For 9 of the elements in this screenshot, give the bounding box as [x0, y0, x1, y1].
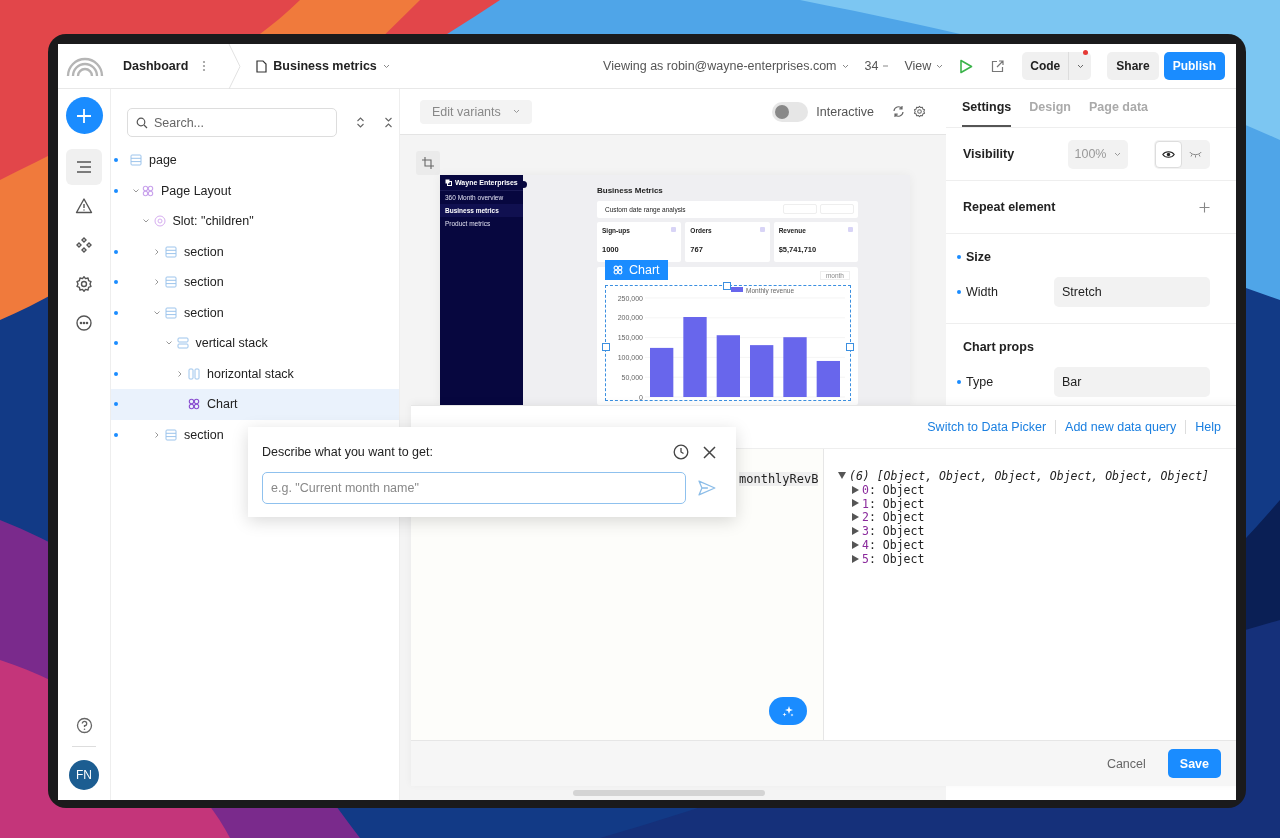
- size-label: Size: [966, 250, 991, 264]
- interactive-label: Interactive: [816, 104, 874, 119]
- type-label: Type: [966, 375, 995, 389]
- page-title: Business Metrics: [597, 186, 664, 195]
- repeat-element-label: Repeat element: [963, 200, 1057, 214]
- code-text: monthlyRevB: [739, 472, 819, 486]
- chart-props-label: Chart props: [963, 340, 1034, 354]
- width-label: Width: [966, 285, 999, 299]
- visibility-label: Visibility: [963, 147, 1016, 161]
